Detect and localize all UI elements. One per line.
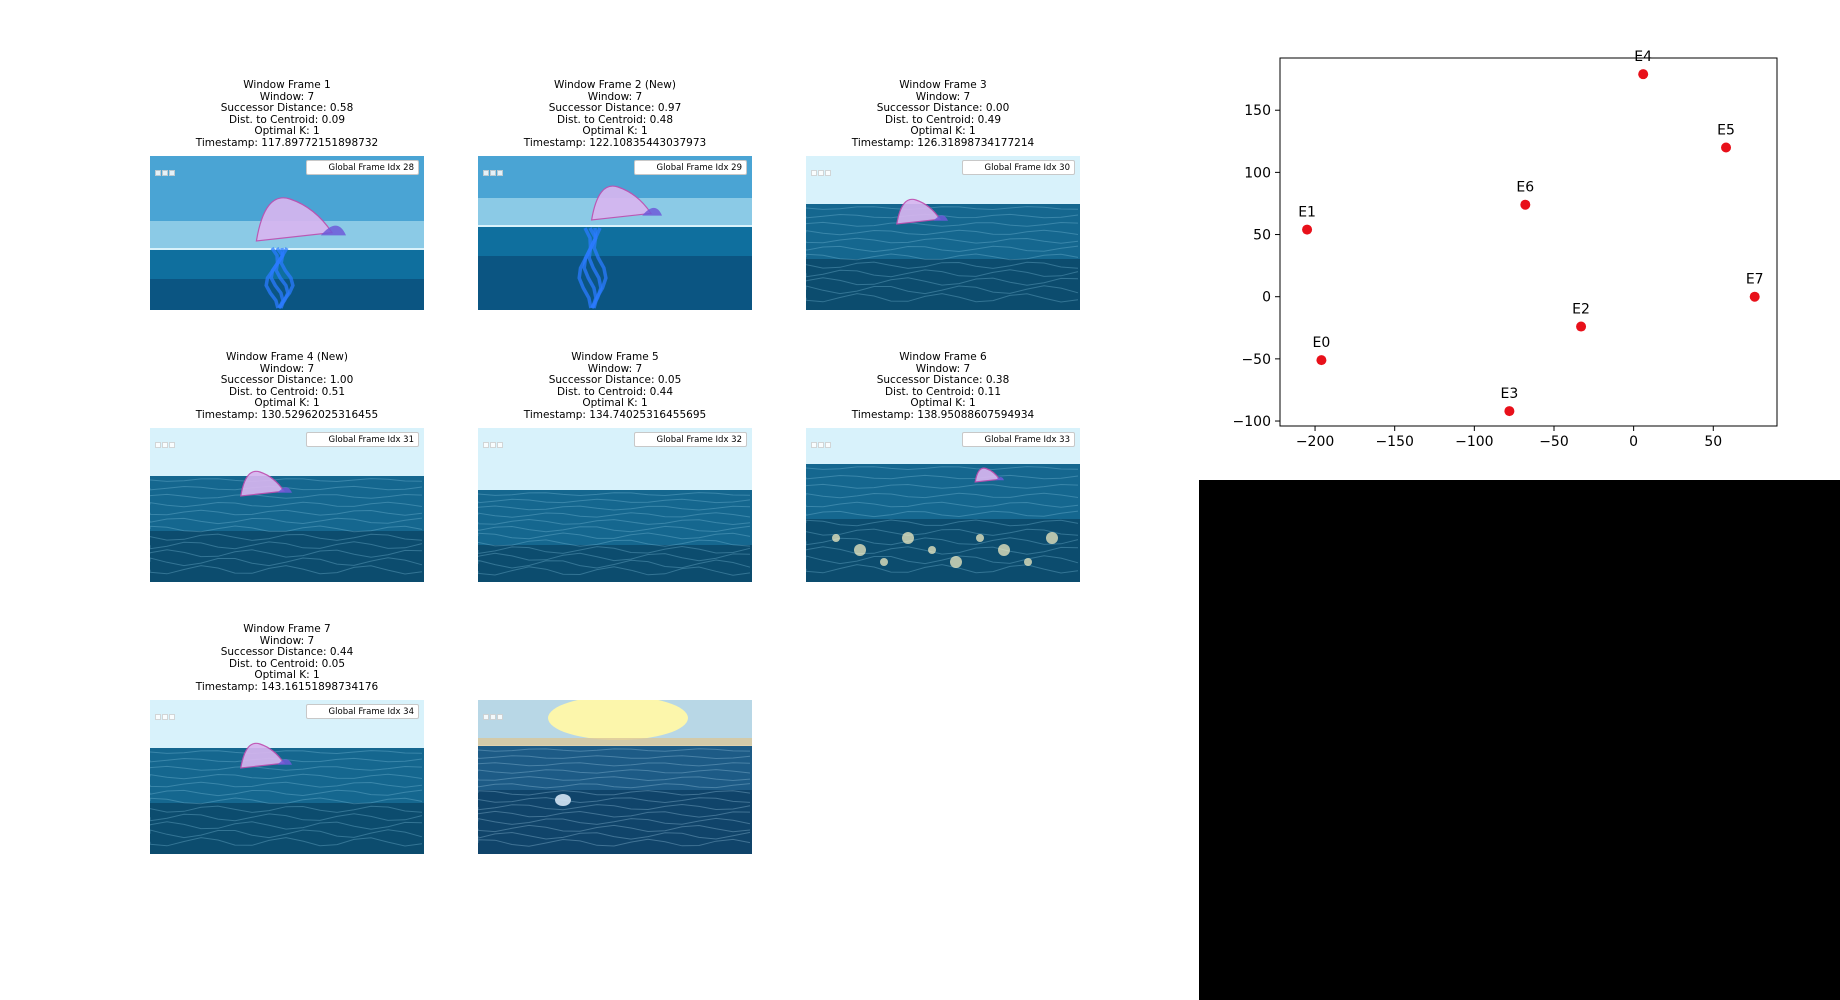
data-point-label: E3 [1501,386,1519,402]
frame-thumbnail: Global Frame Idx 33 [806,428,1080,582]
data-point-e4 [1638,69,1649,80]
frame-caption-timestamp: Timestamp: 122.10835443037973 [523,136,707,149]
frame-thumbnail: Global Frame Idx 28 [150,156,424,310]
watermark-logo [483,705,504,720]
frame-thumbnail: Global Frame Idx 32 [478,428,752,582]
data-point-e1 [1302,224,1313,235]
data-point-label: E2 [1572,302,1590,318]
x-tick-label: −100 [1455,434,1493,450]
y-tick-label: 50 [1253,228,1271,244]
frame-caption: Window Frame 3 Window: 7 Successor Distanc… [806,79,1080,150]
frame-thumbnail: Global Frame Idx 30 [806,156,1080,310]
frame-caption-timestamp: Timestamp: 126.31898734177214 [851,136,1035,149]
frame-caption-timestamp: Timestamp: 143.16151898734176 [195,680,379,693]
data-point-e5 [1721,142,1732,153]
frame-caption-title: Window Frame 4 (New) [226,351,348,363]
x-tick-label: −200 [1296,434,1334,450]
frame-caption-timestamp: Timestamp: 138.95088607594934 [851,408,1035,421]
watermark-logo [155,161,176,176]
data-point-label: E6 [1516,180,1534,196]
y-tick-label: −100 [1233,414,1271,430]
frame-caption-title: Window Frame 5 [571,351,659,363]
watermark-logo [155,705,176,720]
data-point-e3 [1504,406,1515,417]
frame-caption-title: Window Frame 6 [899,351,987,363]
y-tick-label: −50 [1241,352,1271,368]
global-frame-idx-label: Global Frame Idx 28 [306,160,419,175]
frame-thumbnail: Global Frame Idx 29 [478,156,752,310]
frame-caption-title: Window Frame 3 [899,79,987,91]
x-tick-label: −50 [1539,434,1569,450]
frame-caption-timestamp: Timestamp: 117.89772151898732 [195,136,379,149]
frame-caption: Window Frame 1 Window: 7 Successor Distanc… [150,79,424,150]
frame-caption: Window Frame 7 Window: 7 Successor Distanc… [150,623,424,694]
y-tick-label: 150 [1244,103,1271,119]
frame-caption: Window Frame 5 Window: 7 Successor Distanc… [478,351,752,422]
frame-caption: Window Frame 2 (New) Window: 7 Successor D… [478,79,752,150]
x-tick-label: −150 [1375,434,1413,450]
watermark-logo [811,161,832,176]
x-tick-label: 0 [1629,434,1638,450]
y-tick-label: 100 [1244,165,1271,181]
y-tick-label: 0 [1262,290,1271,306]
data-point-label: E0 [1313,335,1331,351]
data-point-e0 [1316,355,1327,366]
global-frame-idx-label: Global Frame Idx 29 [634,160,747,175]
data-point-label: E4 [1634,49,1652,65]
data-point-e2 [1576,321,1587,332]
frame-caption-timestamp: Timestamp: 130.52962025316455 [195,408,379,421]
global-frame-idx-label: Global Frame Idx 34 [306,704,419,719]
data-point-e6 [1520,199,1531,210]
frame-thumbnail: Global Frame Idx 31 [150,428,424,582]
watermark-logo [483,433,504,448]
watermark-logo [155,433,176,448]
watermark-logo [483,161,504,176]
watermark-logo [811,433,832,448]
black-panel [1199,480,1840,1000]
global-frame-idx-label: Global Frame Idx 31 [306,432,419,447]
x-tick-label: 50 [1704,434,1722,450]
data-point-label: E1 [1298,205,1316,221]
embedding-scatter-plot: −200 −150 −100 −50 0 50 −100 −50 0 50 100 150 E0 E1 E2… [1233,49,1778,450]
global-frame-idx-label: Global Frame Idx 33 [962,432,1075,447]
frame-caption-timestamp: Timestamp: 134.74025316455695 [523,408,707,421]
frame-caption: Window Frame 6 Window: 7 Successor Distanc… [806,351,1080,422]
data-point-label: E7 [1746,272,1764,288]
data-point-label: E5 [1717,123,1735,139]
frame-caption-title: Window Frame 7 [243,623,331,635]
frame-caption-title: Window Frame 2 (New) [554,79,676,91]
data-point-e7 [1749,291,1760,302]
plot-frame [1279,57,1778,427]
frame-caption-title: Window Frame 1 [243,79,331,91]
global-frame-idx-label: Global Frame Idx 32 [634,432,747,447]
frame-thumbnail: Global Frame Idx 34 [150,700,424,854]
global-frame-idx-label: Global Frame Idx 30 [962,160,1075,175]
frame-caption: Window Frame 4 (New) Window: 7 Successor D… [150,351,424,422]
frame-thumbnail [478,700,752,854]
